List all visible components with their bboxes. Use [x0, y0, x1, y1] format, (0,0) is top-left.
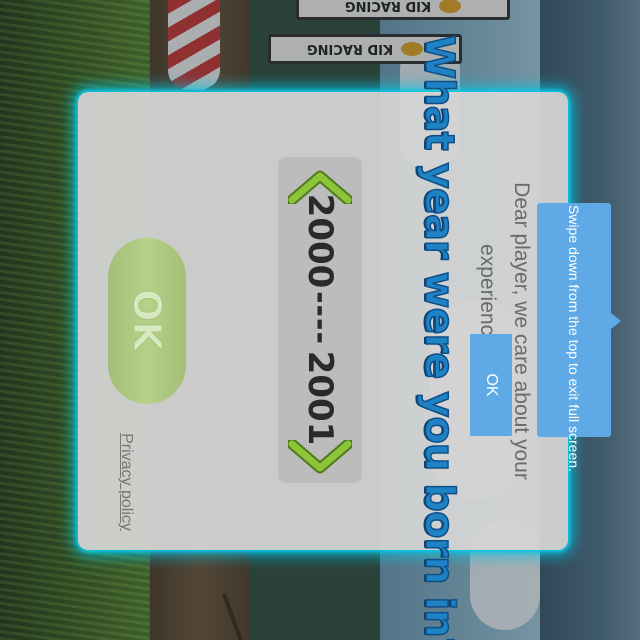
dialog-subtitle: Dear player, we care about your experien… — [476, 182, 533, 480]
tooltip-arrow — [611, 313, 621, 329]
end-year[interactable]: 2001 — [300, 343, 340, 453]
tooltip-ok-label: OK — [483, 373, 500, 397]
ok-button-label: OK — [125, 289, 170, 352]
chevron-right-icon[interactable] — [288, 440, 352, 474]
game-screen: KID RACING KID RACING What year were you… — [0, 0, 640, 640]
privacy-policy-link[interactable]: Privacy policy — [115, 422, 137, 542]
birth-year-question: What year were you born in? — [415, 34, 463, 640]
fullscreen-tooltip-text: Swipe down from the top to exit full scr… — [566, 205, 582, 472]
